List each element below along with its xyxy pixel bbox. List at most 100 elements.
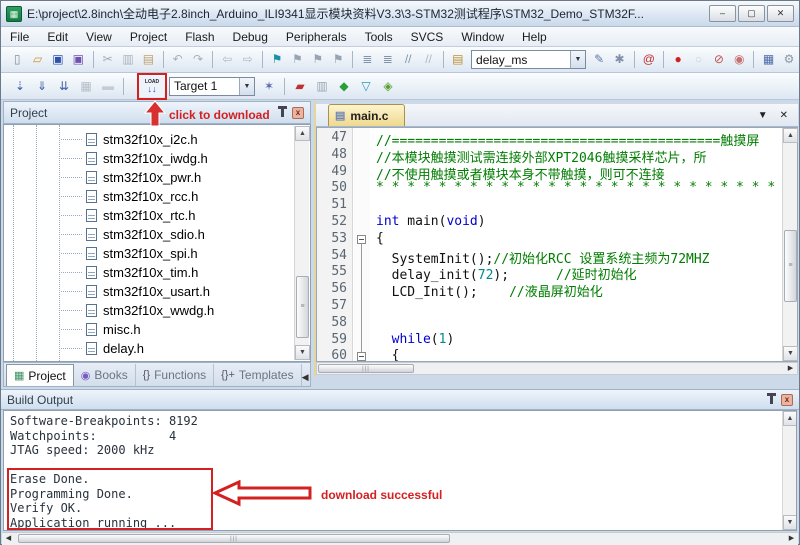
undo-icon[interactable]: ↶ — [168, 50, 186, 69]
scroll-down-icon[interactable]: ▼ — [783, 515, 797, 530]
manage-items-icon[interactable]: ▰ — [290, 77, 310, 96]
tree-item[interactable]: stm32f10x_pwr.h — [4, 168, 284, 187]
menu-window[interactable]: Window — [452, 28, 513, 46]
comment-icon[interactable]: // — [399, 50, 417, 69]
rebuild-icon[interactable]: ⇊ — [54, 77, 74, 96]
nav-back-icon[interactable]: ⇦ — [218, 50, 236, 69]
scroll-right-icon[interactable]: ▶ — [784, 363, 797, 374]
indent-icon[interactable]: ≣ — [379, 50, 397, 69]
tab-functions[interactable]: {}Functions — [136, 364, 214, 386]
save-all-icon[interactable]: ▣ — [69, 50, 87, 69]
bookmark-icon[interactable]: ⚑ — [268, 50, 286, 69]
tab-list-dropdown-icon[interactable]: ▼ — [758, 110, 768, 121]
tab-main-c[interactable]: ▤ main.c — [328, 104, 405, 126]
open-file-icon[interactable]: ▱ — [28, 50, 46, 69]
download-button[interactable]: LOAD↓↓ — [140, 76, 164, 97]
wrench-icon[interactable]: ⚙ — [780, 50, 798, 69]
tree-scrollbar[interactable]: ▲ ≡ ▼ — [294, 126, 309, 360]
menu-view[interactable]: View — [77, 28, 121, 46]
stop-build-icon[interactable]: ▬ — [98, 77, 118, 96]
editor-vscrollbar[interactable]: ▲ ≡ ▼ — [782, 128, 797, 361]
chevron-down-icon[interactable]: ▼ — [239, 78, 254, 95]
scroll-down-icon[interactable]: ▼ — [295, 345, 310, 360]
editor-hscroll-thumb[interactable]: ||| — [318, 364, 414, 373]
tab-books[interactable]: ◉Books — [74, 364, 136, 386]
fold-collapse-icon[interactable] — [357, 235, 366, 244]
scroll-right-icon[interactable]: ▶ — [785, 533, 798, 544]
tree-item[interactable]: misc.h — [4, 320, 284, 339]
menu-edit[interactable]: Edit — [38, 28, 77, 46]
menu-flash[interactable]: Flash — [176, 28, 223, 46]
code-area[interactable]: 4748495051525354555657585960 //=========… — [316, 127, 798, 362]
books-manage-icon[interactable]: ▽ — [356, 77, 376, 96]
editor-hscrollbar[interactable]: ||| ▶ — [316, 362, 798, 375]
build-output-vscrollbar[interactable]: ▲ ▼ — [782, 411, 796, 530]
menu-help[interactable]: Help — [513, 28, 556, 46]
tree-scroll-thumb[interactable]: ≡ — [296, 276, 309, 338]
search-combobox[interactable]: delay_ms▼ — [471, 50, 586, 69]
hscroll-thumb[interactable]: ||| — [18, 534, 450, 543]
tree-item[interactable]: stm32f10x_rcc.h — [4, 187, 284, 206]
options-target-icon[interactable]: ✶ — [259, 77, 279, 96]
bookmark-prev-icon[interactable]: ⚑ — [288, 50, 306, 69]
tree-item[interactable]: stm32f10x_i2c.h — [4, 130, 284, 149]
scroll-left-icon[interactable]: ◀ — [2, 533, 15, 544]
debug-windows-icon[interactable]: ▦ ▾ — [759, 50, 777, 69]
environment-icon[interactable]: ◆ — [334, 77, 354, 96]
fold-collapse-icon[interactable] — [357, 352, 366, 361]
bookmark-next-icon[interactable]: ⚑ — [309, 50, 327, 69]
breakpoint-icon[interactable]: ● — [669, 50, 687, 69]
tree-item[interactable]: stm32f10x_tim.h — [4, 263, 284, 282]
minimize-button[interactable]: – — [709, 5, 736, 22]
tree-item[interactable]: stm32f10x_iwdg.h — [4, 149, 284, 168]
tree-item[interactable]: stm32f10x_usart.h — [4, 282, 284, 301]
redo-icon[interactable]: ↷ — [189, 50, 207, 69]
tree-item[interactable]: stm32f10x_wwdg.h — [4, 301, 284, 320]
close-button[interactable]: ✕ — [767, 5, 794, 22]
save-icon[interactable]: ▣ — [49, 50, 67, 69]
menu-project[interactable]: Project — [121, 28, 176, 46]
menu-debug[interactable]: Debug — [224, 28, 277, 46]
editor-scroll-thumb[interactable]: ≡ — [784, 230, 797, 302]
copy-icon[interactable]: ▥ — [119, 50, 137, 69]
file-extensions-icon[interactable]: ▥ — [312, 77, 332, 96]
tree-item[interactable]: stm32f10x_sdio.h — [4, 225, 284, 244]
tab-close-icon[interactable]: ✕ — [780, 110, 788, 121]
breakpoint-enable-icon[interactable]: ◉ — [730, 50, 748, 69]
tab-project[interactable]: ▦Project — [6, 364, 74, 386]
build-output-hscrollbar[interactable]: ◀ ||| ▶ — [2, 532, 798, 545]
pin-icon[interactable] — [281, 109, 284, 117]
cut-icon[interactable]: ✂ — [98, 50, 116, 69]
bookmark-clear-icon[interactable]: ⚑ — [329, 50, 347, 69]
breakpoint-disable-icon[interactable]: ○ — [689, 50, 707, 69]
paste-icon[interactable]: ▤ — [139, 50, 157, 69]
build-icon[interactable]: ⇓ — [32, 77, 52, 96]
menu-file[interactable]: File — [1, 28, 38, 46]
scroll-up-icon[interactable]: ▲ — [783, 411, 797, 426]
project-panel-close-icon[interactable]: x — [292, 107, 304, 119]
menu-svcs[interactable]: SVCS — [402, 28, 453, 46]
batch-build-icon[interactable]: ▦ — [76, 77, 96, 96]
tree-item[interactable]: stm32f10x_rtc.h — [4, 206, 284, 225]
tree-item[interactable]: delay.h — [4, 339, 284, 358]
menu-tools[interactable]: Tools — [356, 28, 402, 46]
scroll-down-icon[interactable]: ▼ — [783, 346, 798, 361]
scroll-up-icon[interactable]: ▲ — [783, 128, 798, 143]
tab-scroll-left-icon[interactable]: ◀ — [302, 368, 309, 386]
find-icon[interactable]: @ — [640, 50, 658, 69]
pack-installer-icon[interactable]: ◈ — [378, 77, 398, 96]
breakpoint-kill-icon[interactable]: ⊘ — [710, 50, 728, 69]
scroll-up-icon[interactable]: ▲ — [295, 126, 310, 141]
chevron-down-icon[interactable]: ▼ — [570, 51, 585, 68]
translate-icon[interactable]: ⇣ — [10, 77, 30, 96]
nav-forward-icon[interactable]: ⇨ — [239, 50, 257, 69]
tree-item[interactable]: stm32f10x_spi.h — [4, 244, 284, 263]
menu-peripherals[interactable]: Peripherals — [277, 28, 356, 46]
new-file-icon[interactable]: ▯ — [8, 50, 26, 69]
target-combobox[interactable]: Target 1▼ — [169, 77, 255, 96]
maximize-button[interactable]: ▢ — [738, 5, 765, 22]
pin-icon[interactable] — [770, 396, 773, 404]
annotate-icon[interactable]: ✎ — [590, 50, 608, 69]
tab-templates[interactable]: {}+Templates — [214, 364, 301, 386]
watch-window-icon[interactable]: ✱ — [610, 50, 628, 69]
